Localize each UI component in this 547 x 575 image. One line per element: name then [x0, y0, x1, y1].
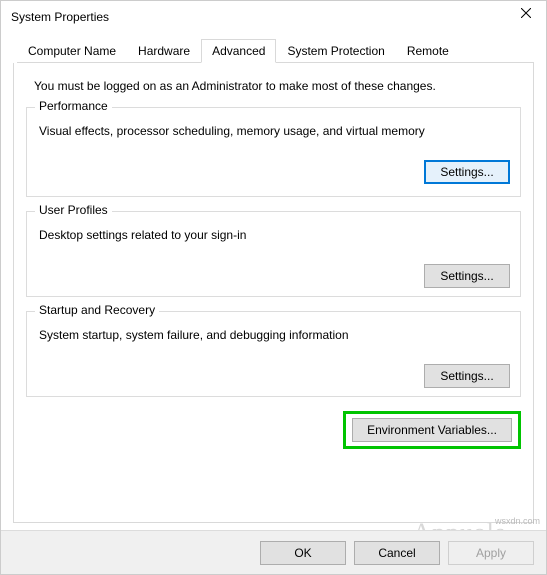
environment-variables-row: Environment Variables...: [26, 411, 521, 449]
close-icon: [521, 8, 531, 18]
tab-advanced[interactable]: Advanced: [201, 39, 276, 63]
source-watermark: wsxdn.com: [495, 516, 540, 526]
startup-recovery-group: Startup and Recovery System startup, sys…: [26, 311, 521, 397]
close-button[interactable]: [506, 0, 546, 27]
system-properties-window: System Properties Computer Name Hardware…: [0, 0, 547, 575]
performance-description: Visual effects, processor scheduling, me…: [39, 124, 508, 138]
ok-button[interactable]: OK: [260, 541, 346, 565]
tab-remote[interactable]: Remote: [396, 39, 460, 62]
startup-recovery-settings-button[interactable]: Settings...: [424, 364, 510, 388]
tab-system-protection[interactable]: System Protection: [276, 39, 395, 62]
window-title: System Properties: [11, 10, 109, 24]
performance-group: Performance Visual effects, processor sc…: [26, 107, 521, 197]
startup-recovery-legend: Startup and Recovery: [35, 303, 159, 317]
user-profiles-settings-button[interactable]: Settings...: [424, 264, 510, 288]
performance-legend: Performance: [35, 99, 112, 113]
titlebar: System Properties: [1, 1, 546, 33]
user-profiles-legend: User Profiles: [35, 203, 112, 217]
dialog-footer: OK Cancel Apply: [1, 530, 546, 574]
startup-recovery-description: System startup, system failure, and debu…: [39, 328, 508, 342]
user-profiles-description: Desktop settings related to your sign-in: [39, 228, 508, 242]
tab-content-advanced: You must be logged on as an Administrato…: [13, 63, 534, 523]
highlight-annotation: Environment Variables...: [343, 411, 521, 449]
user-profiles-group: User Profiles Desktop settings related t…: [26, 211, 521, 297]
tab-bar: Computer Name Hardware Advanced System P…: [17, 39, 534, 63]
admin-notice-text: You must be logged on as an Administrato…: [34, 79, 513, 93]
cancel-button[interactable]: Cancel: [354, 541, 440, 565]
environment-variables-button[interactable]: Environment Variables...: [352, 418, 512, 442]
tab-hardware[interactable]: Hardware: [127, 39, 201, 62]
tab-computer-name[interactable]: Computer Name: [17, 39, 127, 62]
performance-settings-button[interactable]: Settings...: [424, 160, 510, 184]
apply-button[interactable]: Apply: [448, 541, 534, 565]
